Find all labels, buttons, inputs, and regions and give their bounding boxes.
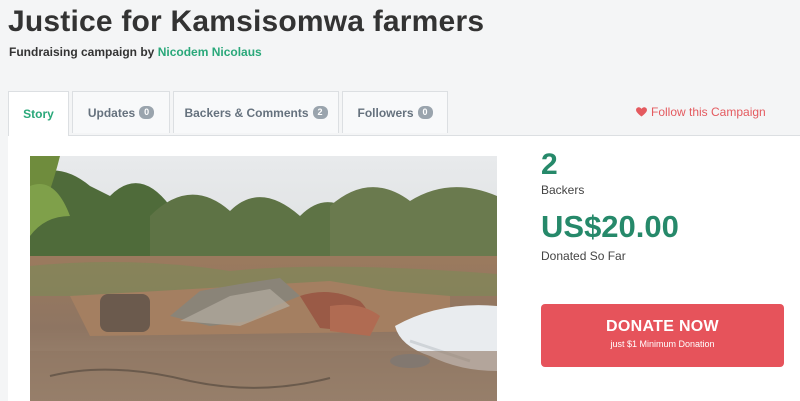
campaign-content-panel: 2 Backers US$20.00 Donated So Far DONATE… [8,135,800,401]
follow-campaign-link[interactable]: Follow this Campaign [636,105,766,119]
donate-button-label: DONATE NOW [606,318,719,335]
tab-backers-label: Backers & Comments [184,105,309,120]
campaign-photo [30,156,497,401]
tab-followers[interactable]: Followers 0 [342,91,448,133]
donate-now-button[interactable]: DONATE NOW just $1 Minimum Donation [541,304,784,367]
tab-followers-label: Followers [357,105,414,120]
follow-label: Follow this Campaign [651,105,766,119]
campaign-subtitle: Fundraising campaign by Nicodem Nicolaus [9,45,262,59]
organizer-link[interactable]: Nicodem Nicolaus [158,45,262,59]
donate-button-sublabel: just $1 Minimum Donation [610,339,715,349]
tab-backers-count: 2 [312,106,328,119]
subtitle-prefix: Fundraising campaign by [9,45,155,59]
tab-updates-count: 0 [139,106,155,119]
tab-updates[interactable]: Updates 0 [72,91,170,133]
tab-followers-count: 0 [417,106,433,119]
heart-icon [636,107,647,117]
donated-label: Donated So Far [541,249,626,263]
tab-updates-label: Updates [87,105,136,120]
backers-count: 2 [541,148,558,181]
tab-story[interactable]: Story [8,91,69,136]
donated-amount: US$20.00 [541,209,679,244]
backers-label: Backers [541,183,585,197]
tab-backers-comments[interactable]: Backers & Comments 2 [173,91,339,133]
tab-story-label: Story [23,107,54,121]
page-title: Justice for Kamsisomwa farmers [8,5,485,38]
